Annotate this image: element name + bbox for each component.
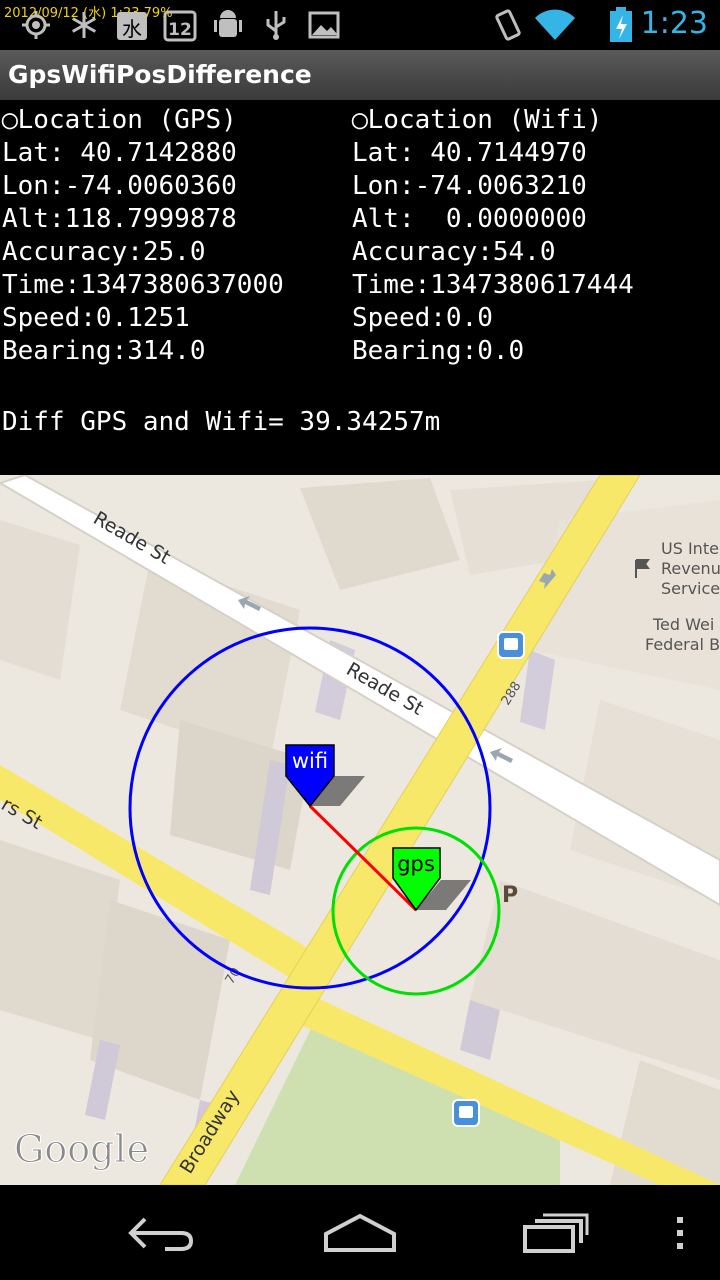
- gps-marker-label: gps: [397, 852, 435, 876]
- status-bar: 2012/09/12 (水) 1:23 79% 水 12 1:23: [0, 0, 720, 50]
- poi-label: Federal B: [645, 635, 720, 654]
- gps-icon: [18, 8, 54, 42]
- back-icon: [128, 1217, 194, 1251]
- wifi-marker-label: wifi: [292, 749, 328, 773]
- wifi-bearing: Bearing:0.0: [352, 336, 525, 366]
- home-icon: [324, 1213, 396, 1252]
- app-title-bar: GpsWifiPosDifference: [0, 50, 720, 100]
- home-button[interactable]: [310, 1205, 410, 1261]
- poi-label: Revenu: [661, 559, 720, 578]
- poi-label: Service: [661, 579, 720, 598]
- weekday-text: 水: [122, 17, 142, 41]
- back-button[interactable]: [110, 1205, 210, 1261]
- bus-stop-icon[interactable]: [452, 1099, 480, 1127]
- map-view[interactable]: Reade St Reade St Broadway rs St 288 70 …: [0, 475, 720, 1185]
- android-debug-icon: [210, 8, 246, 42]
- gps-speed: Speed:0.1251: [2, 303, 190, 333]
- usb-icon: [258, 8, 294, 42]
- wifi-lat: Lat: 40.7144970: [352, 138, 587, 168]
- wifi-alt: Alt: 0.0000000: [352, 204, 587, 234]
- poi-label: US Inte: [661, 539, 719, 558]
- gps-time: Time:1347380637000: [2, 270, 284, 300]
- wifi-accuracy: Accuracy:54.0: [352, 237, 556, 267]
- gps-lon: Lon:-74.0060360: [2, 171, 237, 201]
- gps-bearing: Bearing:314.0: [2, 336, 206, 366]
- gps-location-column: ◯Location (GPS) Lat: 40.7142880 Lon:-74.…: [2, 104, 284, 368]
- wifi-icon: [532, 8, 578, 42]
- wifi-speed: Speed:0.0: [352, 303, 493, 333]
- day-text: 12: [168, 20, 192, 40]
- difference-text: Diff GPS and Wifi= 39.34257m: [2, 407, 441, 437]
- gps-alt: Alt:118.7999878: [2, 204, 237, 234]
- gps-header: ◯Location (GPS): [2, 105, 237, 135]
- app-title: GpsWifiPosDifference: [8, 60, 312, 89]
- menu-icon: [677, 1217, 683, 1249]
- battery-icon: [606, 7, 636, 42]
- recents-button[interactable]: [506, 1205, 606, 1261]
- wifi-header: ◯Location (Wifi): [352, 105, 603, 135]
- bus-stop-icon[interactable]: [497, 631, 525, 659]
- image-icon: [306, 8, 342, 42]
- parking-icon: P: [502, 883, 518, 908]
- menu-button[interactable]: [640, 1205, 720, 1261]
- vibrate-icon: [490, 8, 526, 42]
- gps-accuracy: Accuracy:25.0: [2, 237, 206, 267]
- recents-icon: [523, 1213, 589, 1253]
- poi-label: Ted Wei: [652, 615, 714, 634]
- google-logo: Google: [14, 1127, 149, 1171]
- snowflake-icon: [66, 8, 102, 42]
- wifi-time: Time:1347380617444: [352, 270, 634, 300]
- wifi-location-column: ◯Location (Wifi) Lat: 40.7144970 Lon:-74…: [352, 104, 634, 368]
- map-canvas[interactable]: Reade St Reade St Broadway rs St 288 70 …: [0, 475, 720, 1185]
- weekday-calendar-icon: 水: [114, 8, 150, 42]
- date-calendar-icon: 12: [162, 8, 198, 42]
- clock: 1:23: [640, 6, 708, 41]
- wifi-lon: Lon:-74.0063210: [352, 171, 587, 201]
- navigation-bar: [0, 1185, 720, 1280]
- location-info-panel: ◯Location (GPS) Lat: 40.7142880 Lon:-74.…: [0, 100, 720, 475]
- gps-lat: Lat: 40.7142880: [2, 138, 237, 168]
